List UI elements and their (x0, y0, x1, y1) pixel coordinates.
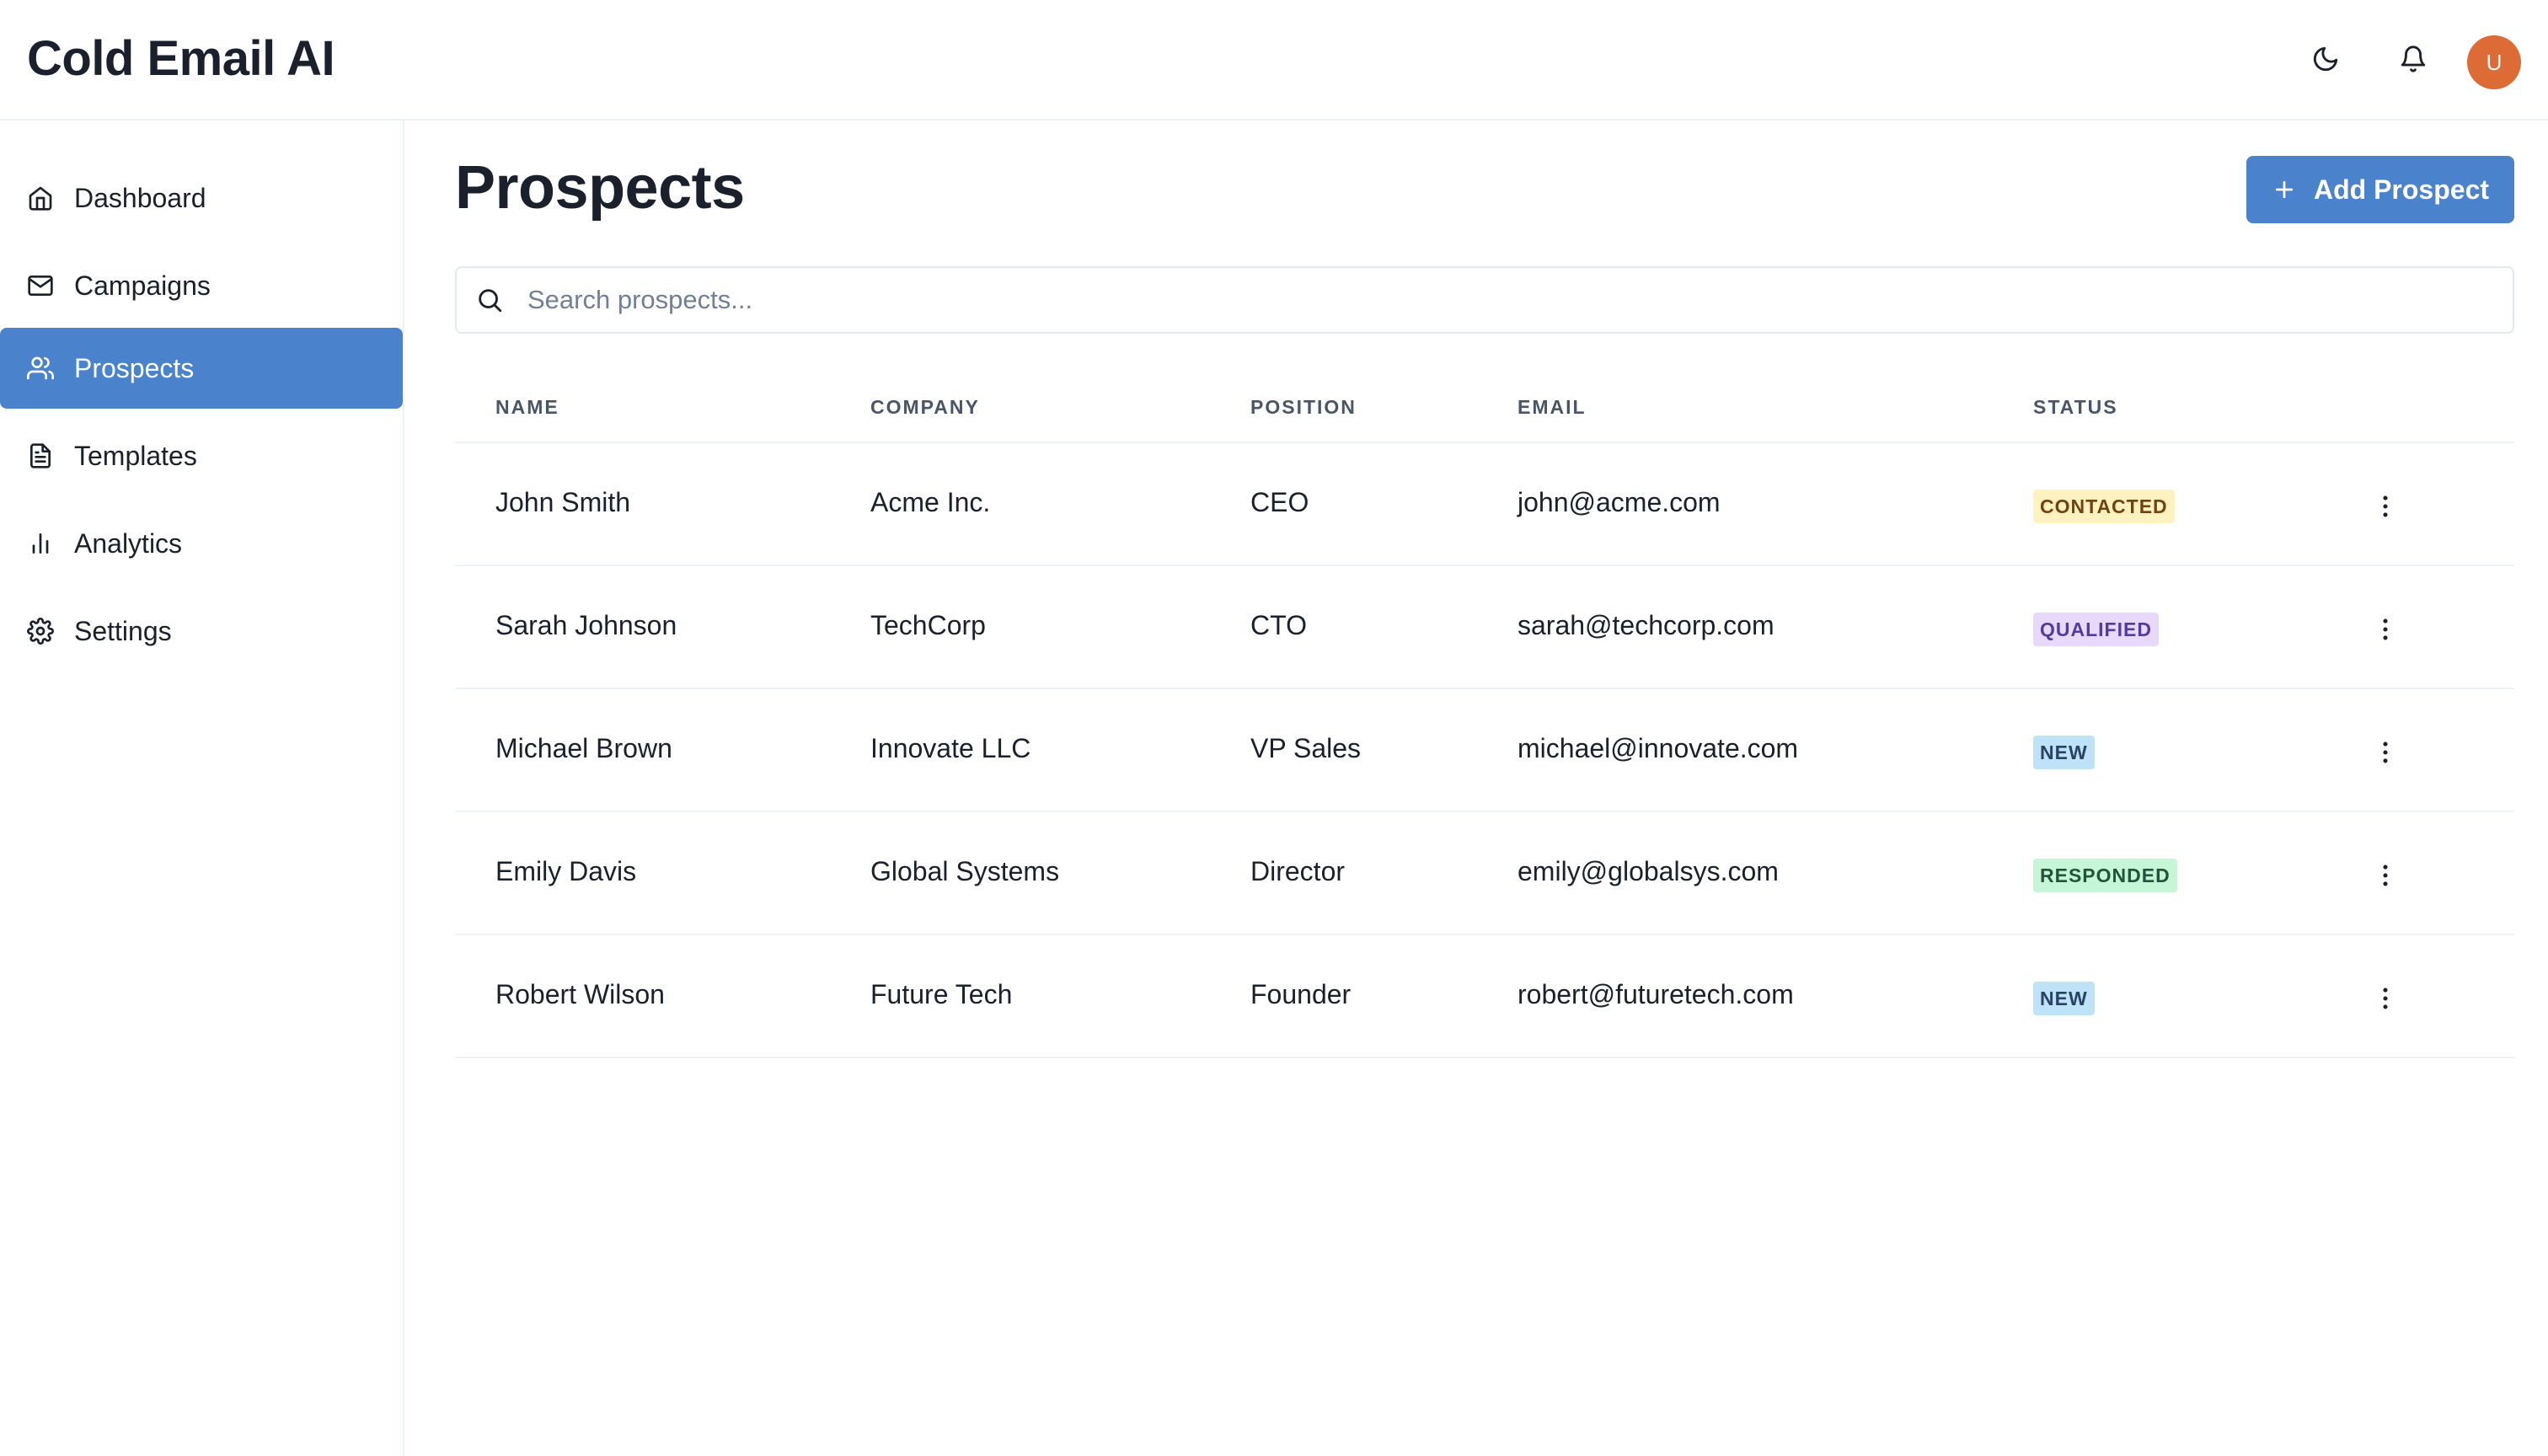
column-header-position[interactable]: POSITION (1250, 396, 1357, 419)
table-header: NAME COMPANY POSITION EMAIL STATUS (455, 376, 2514, 443)
plus-icon (2272, 177, 2297, 202)
more-vertical-icon (2371, 984, 2400, 1013)
prospect-name: Emily Davis (495, 856, 637, 886)
gear-icon (27, 618, 54, 645)
page-title: Prospects (455, 154, 745, 222)
prospects-table: NAME COMPANY POSITION EMAIL STATUS John … (455, 376, 2514, 1058)
prospect-position: Founder (1250, 979, 1352, 1009)
sidebar-item-dashboard[interactable]: Dashboard (0, 158, 403, 238)
status-badge: CONTACTED (2033, 490, 2175, 523)
sidebar-item-label: Settings (74, 615, 172, 646)
moon-icon (2311, 45, 2340, 73)
prospect-company: Acme Inc. (870, 487, 991, 517)
add-prospect-label: Add Prospect (2313, 174, 2490, 205)
add-prospect-button[interactable]: Add Prospect (2246, 156, 2514, 223)
prospect-email: robert@futuretech.com (1518, 979, 1794, 1009)
row-actions-button[interactable] (2364, 608, 2406, 650)
prospect-name: Sarah Johnson (495, 610, 677, 640)
column-header-status[interactable]: STATUS (2033, 396, 2118, 419)
prospect-company: Global Systems (870, 856, 1060, 886)
search-box[interactable] (455, 266, 2514, 334)
top-header: Cold Email AI U (0, 0, 2548, 120)
column-header-name[interactable]: NAME (495, 396, 559, 419)
prospect-position: Director (1250, 856, 1346, 886)
table-row[interactable]: Emily Davis Global Systems Director emil… (455, 812, 2514, 935)
bar-chart-icon (27, 530, 54, 557)
prospect-company: TechCorp (870, 610, 986, 640)
status-badge: RESPONDED (2033, 859, 2177, 892)
file-text-icon (27, 442, 54, 469)
app-title: Cold Email AI (27, 31, 335, 86)
table-row[interactable]: Robert Wilson Future Tech Founder robert… (455, 935, 2514, 1058)
row-actions-button[interactable] (2364, 854, 2406, 897)
sidebar-item-label: Prospects (74, 352, 195, 383)
sidebar-item-analytics[interactable]: Analytics (0, 503, 403, 584)
bell-icon (2399, 45, 2428, 73)
table-row[interactable]: Michael Brown Innovate LLC VP Sales mich… (455, 689, 2514, 812)
sidebar-item-prospects[interactable]: Prospects (0, 328, 403, 409)
more-vertical-icon (2371, 861, 2400, 890)
user-avatar[interactable]: U (2467, 35, 2521, 89)
sidebar-item-settings[interactable]: Settings (0, 591, 403, 672)
prospect-name: John Smith (495, 487, 631, 517)
column-header-company[interactable]: COMPANY (870, 396, 980, 419)
mail-icon (27, 272, 54, 299)
column-header-email[interactable]: EMAIL (1518, 396, 1587, 419)
prospect-email: sarah@techcorp.com (1518, 610, 1774, 640)
more-vertical-icon (2371, 492, 2400, 521)
prospect-company: Future Tech (870, 979, 1013, 1009)
table-row[interactable]: John Smith Acme Inc. CEO john@acme.com C… (455, 443, 2514, 566)
prospect-position: VP Sales (1250, 733, 1362, 763)
status-badge: QUALIFIED (2033, 613, 2159, 646)
prospect-name: Michael Brown (495, 733, 672, 763)
sidebar: Dashboard Campaigns Prospects Templates … (0, 120, 404, 1456)
sidebar-item-label: Dashboard (74, 182, 206, 213)
sidebar-item-label: Templates (74, 440, 197, 471)
sidebar-item-label: Analytics (74, 527, 183, 559)
more-vertical-icon (2371, 615, 2400, 644)
row-actions-button[interactable] (2364, 485, 2406, 527)
prospect-name: Robert Wilson (495, 979, 665, 1009)
table-row[interactable]: Sarah Johnson TechCorp CTO sarah@techcor… (455, 566, 2514, 689)
prospect-position: CTO (1250, 610, 1307, 640)
prospect-email: michael@innovate.com (1518, 733, 1799, 763)
prospect-email: emily@globalsys.com (1518, 856, 1779, 886)
prospect-company: Innovate LLC (870, 733, 1031, 763)
sidebar-item-campaigns[interactable]: Campaigns (0, 245, 403, 326)
prospect-email: john@acme.com (1518, 487, 1721, 517)
sidebar-item-label: Campaigns (74, 270, 211, 301)
theme-toggle-button[interactable] (2300, 34, 2351, 84)
search-icon (475, 286, 504, 314)
home-icon (27, 185, 54, 211)
row-actions-button[interactable] (2364, 731, 2406, 774)
prospect-position: CEO (1250, 487, 1309, 517)
search-input[interactable] (527, 285, 2465, 315)
status-badge: NEW (2033, 982, 2095, 1015)
status-badge: NEW (2033, 736, 2095, 769)
users-icon (27, 355, 54, 382)
more-vertical-icon (2371, 738, 2400, 767)
sidebar-item-templates[interactable]: Templates (0, 415, 403, 496)
notifications-button[interactable] (2388, 34, 2438, 84)
row-actions-button[interactable] (2364, 977, 2406, 1020)
app: Cold Email AI U Dashboard Campaigns Pros… (0, 0, 2548, 1456)
